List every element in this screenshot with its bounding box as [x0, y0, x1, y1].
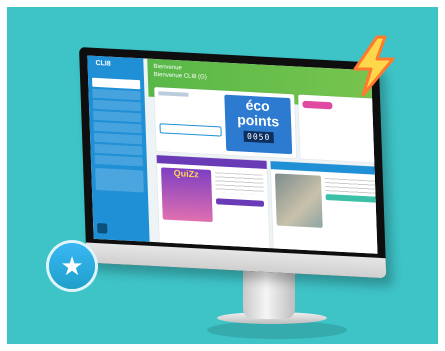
eco-points-counter: 0050: [243, 130, 274, 144]
quiz-header: [156, 155, 267, 169]
sidebar-item-7[interactable]: [94, 143, 143, 156]
promo-background: CLI8 Bienvenue Bienvenue CLI8 (G) éco po…: [7, 7, 438, 344]
sidebar-item-home[interactable]: [92, 77, 141, 90]
sidebar-item-4[interactable]: [93, 110, 142, 123]
sidebar-menu: [88, 75, 147, 168]
photo-panel: [270, 161, 378, 254]
sidebar: CLI8: [87, 55, 150, 242]
photo-button[interactable]: [325, 194, 378, 203]
quiz-image[interactable]: QuiZz: [161, 167, 213, 223]
lightning-bolt-icon: [353, 35, 395, 97]
monitor-screen: CLI8 Bienvenue Bienvenue CLI8 (G) éco po…: [87, 55, 378, 254]
badge-pill[interactable]: [302, 100, 333, 110]
photo-description: [324, 178, 378, 195]
welcome-text: Bienvenue Bienvenue CLI8 (G): [153, 63, 207, 82]
eco-panel-header: [158, 91, 189, 97]
app-logo: CLI8: [95, 59, 111, 68]
eco-points-panel: éco points 0050: [154, 86, 297, 159]
badge-panel: [298, 94, 378, 164]
eco-panel-button[interactable]: [159, 123, 222, 137]
main-content: Bienvenue Bienvenue CLI8 (G) éco points …: [147, 58, 378, 254]
monitor: CLI8 Bienvenue Bienvenue CLI8 (G) éco po…: [79, 47, 387, 279]
sidebar-item-6[interactable]: [93, 132, 143, 145]
quiz-description: [215, 172, 264, 195]
quiz-button[interactable]: [215, 198, 265, 207]
quiz-panel: QuiZz: [156, 155, 270, 254]
star-icon: ★: [49, 243, 95, 289]
sidebar-card[interactable]: [95, 167, 144, 193]
eco-title-2: points: [236, 111, 280, 130]
avatar[interactable]: [97, 223, 108, 234]
sidebar-item-3[interactable]: [92, 99, 142, 112]
sidebar-item-2[interactable]: [92, 88, 141, 101]
eco-points-logo: éco points 0050: [224, 94, 293, 155]
sidebar-item-5[interactable]: [93, 121, 142, 134]
quiz-label: QuiZz: [173, 168, 199, 180]
greeting-line-2: Bienvenue CLI8 (G): [153, 71, 207, 81]
sidebar-item-8[interactable]: [94, 154, 144, 167]
photo-image[interactable]: [274, 173, 323, 228]
